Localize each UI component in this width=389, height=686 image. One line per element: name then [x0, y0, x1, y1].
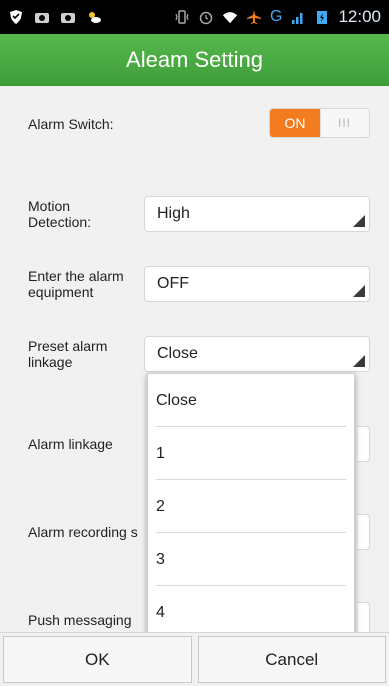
- dropdown-arrow-icon: [353, 285, 365, 297]
- toggle-thumb[interactable]: III: [320, 109, 369, 137]
- dropdown-option[interactable]: 3: [148, 533, 354, 586]
- camera-icon: [34, 9, 50, 25]
- motion-detection-value: High: [157, 205, 190, 222]
- status-bar: G 12:00: [0, 0, 389, 34]
- cancel-button[interactable]: Cancel: [197, 636, 386, 683]
- push-messaging-label: Push messaging: [28, 612, 132, 628]
- shield-icon: [8, 9, 24, 25]
- camera-icon: [60, 9, 76, 25]
- preset-alarm-linkage-value: Close: [157, 345, 198, 362]
- motion-detection-label: Motion Detection:: [28, 198, 92, 230]
- page-title: Aleam Setting: [126, 47, 263, 72]
- title-bar: Aleam Setting: [0, 34, 389, 86]
- dropdown-option[interactable]: 4: [148, 586, 354, 636]
- dropdown-option[interactable]: 1: [148, 427, 354, 480]
- network-type: G: [270, 8, 283, 25]
- alarm-recording-spinner[interactable]: [358, 514, 370, 550]
- battery-icon: [314, 9, 330, 25]
- dropdown-arrow-icon: [353, 215, 365, 227]
- alarm-equipment-label: Enter the alarm equipment: [28, 268, 124, 300]
- wifi-icon: [222, 9, 238, 25]
- status-right-icons: G 12:00: [174, 7, 381, 27]
- motion-detection-spinner[interactable]: High: [144, 196, 370, 232]
- alarm-clock-icon: [198, 9, 214, 25]
- ok-button[interactable]: OK: [3, 636, 192, 683]
- toggle-on-label: ON: [270, 109, 320, 137]
- signal-icon: [290, 9, 306, 25]
- dropdown-arrow-icon: [353, 355, 365, 367]
- dropdown-option[interactable]: 2: [148, 480, 354, 533]
- alarm-recording-label: Alarm recording s: [28, 524, 138, 540]
- alarm-linkage-label: Alarm linkage: [28, 436, 113, 452]
- status-time: 12:00: [338, 7, 381, 26]
- preset-alarm-linkage-label: Preset alarm linkage: [28, 338, 108, 370]
- airplane-icon: [246, 9, 262, 25]
- alarm-switch-toggle[interactable]: ON III: [269, 108, 370, 138]
- alarm-equipment-value: OFF: [157, 275, 189, 292]
- preset-alarm-linkage-spinner[interactable]: Close: [144, 336, 370, 372]
- dropdown-option[interactable]: Close: [148, 374, 354, 427]
- preset-alarm-linkage-dropdown[interactable]: Close 1 2 3 4: [147, 373, 355, 637]
- alarm-linkage-spinner[interactable]: [358, 426, 370, 462]
- vibrate-icon: [174, 9, 190, 25]
- push-messaging-spinner[interactable]: [358, 602, 370, 632]
- status-left-icons: [8, 9, 102, 25]
- alarm-equipment-spinner[interactable]: OFF: [144, 266, 370, 302]
- weather-icon: [86, 9, 102, 25]
- bottom-button-bar: OK Cancel: [0, 632, 389, 686]
- alarm-switch-label: Alarm Switch:: [28, 116, 114, 132]
